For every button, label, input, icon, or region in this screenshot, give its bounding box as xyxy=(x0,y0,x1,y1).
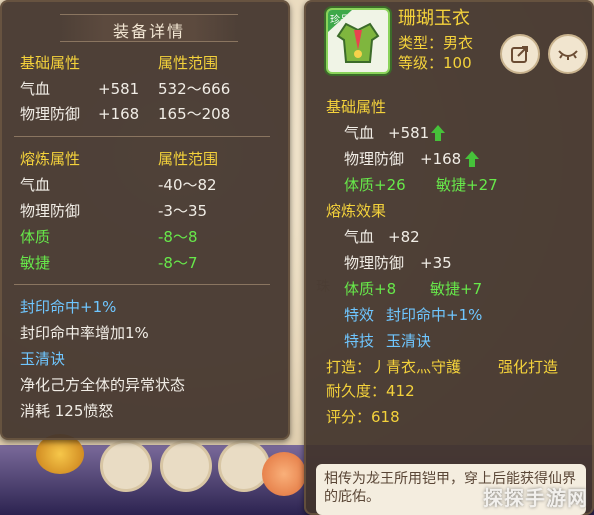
arrow-up-icon xyxy=(465,151,479,167)
refine-stat-range: -40～82 xyxy=(158,176,217,194)
forge-extra: 强化打造 xyxy=(498,358,559,376)
stat-value: +581 xyxy=(388,124,430,142)
refine-stat-range: -3～35 xyxy=(158,202,208,220)
gold-treasure-icon[interactable] xyxy=(36,434,84,474)
effect-value: 封印命中+1% xyxy=(386,306,483,324)
refine-stat-name: 敏捷 xyxy=(20,254,51,272)
eye-icon xyxy=(558,50,578,60)
stat-value: +168 xyxy=(420,150,462,168)
share-icon xyxy=(511,46,528,63)
skill-value: 玉清诀 xyxy=(386,332,432,350)
refine-bonus-stat: 体质+8 xyxy=(344,280,397,298)
refine-effect-header: 熔炼效果 xyxy=(326,202,387,220)
item-name: 珊瑚玉衣 xyxy=(398,8,470,29)
special-effect: 封印命中+1% xyxy=(20,298,117,316)
refine-bonus-stat: 敏捷+7 xyxy=(430,280,483,298)
durability: 耐久度：412 xyxy=(326,382,415,400)
refine-stat-value: +82 xyxy=(388,228,420,246)
preview-button[interactable] xyxy=(548,34,588,74)
special-skill-cost: 消耗 125愤怒 xyxy=(20,402,114,420)
bonus-stat: 体质+26 xyxy=(344,176,406,194)
item-level: 等级：100 xyxy=(398,54,472,72)
stat-name: 气血 xyxy=(20,80,51,98)
stat-name: 气血 xyxy=(344,124,375,142)
stat-value: +168 xyxy=(98,105,140,123)
attribute-range-header: 属性范围 xyxy=(158,54,219,72)
stat-name: 物理防御 xyxy=(20,105,81,123)
item-robe-icon[interactable]: 珍品 xyxy=(326,8,390,74)
refine-stat-value: +35 xyxy=(420,254,452,272)
divider xyxy=(14,284,270,285)
panel-title: 装备详情 xyxy=(112,22,185,41)
special-effect-desc: 封印命中率增加1% xyxy=(20,324,149,342)
special-skill-desc: 净化己方全体的异常状态 xyxy=(20,376,186,394)
refine-attributes-header: 熔炼属性 xyxy=(20,150,81,168)
refine-stat-name: 物理防御 xyxy=(344,254,405,272)
bonus-stat: 敏捷+27 xyxy=(436,176,498,194)
pet-avatar-icon[interactable] xyxy=(262,452,306,496)
equipment-detail-panel: 装备详情 基础属性 属性范围 气血 +581 532～666 物理防御 +168… xyxy=(0,0,290,440)
stat-name: 物理防御 xyxy=(344,150,405,168)
divider xyxy=(14,136,270,137)
refine-stat-name: 气血 xyxy=(20,176,51,194)
base-attributes-header: 基础属性 xyxy=(20,54,81,72)
background-ring xyxy=(160,440,212,492)
arrow-up-icon xyxy=(431,125,445,141)
effect-label: 特效 xyxy=(344,306,375,324)
background-ring xyxy=(100,440,152,492)
forge-by: 打造：丿青衣灬守護 xyxy=(326,358,462,376)
stat-range: 165～208 xyxy=(158,105,231,123)
item-type: 类型：男衣 xyxy=(398,34,474,52)
watermark: 探探手游网 xyxy=(483,486,588,510)
panel-title-bar: 装备详情 xyxy=(60,14,238,42)
skill-label: 特技 xyxy=(344,332,375,350)
base-attributes-header: 基础属性 xyxy=(326,98,387,116)
refine-stat-range: -8～8 xyxy=(158,228,198,246)
special-skill-name: 玉清诀 xyxy=(20,350,66,368)
score: 评分：618 xyxy=(326,408,400,426)
refine-stat-name: 体质 xyxy=(20,228,51,246)
refine-stat-name: 气血 xyxy=(344,228,375,246)
refine-range-header: 属性范围 xyxy=(158,150,219,168)
refine-stat-range: -8～7 xyxy=(158,254,198,272)
stat-value: +581 xyxy=(98,80,140,98)
refine-stat-name: 物理防御 xyxy=(20,202,81,220)
share-button[interactable] xyxy=(500,34,540,74)
stat-range: 532～666 xyxy=(158,80,231,98)
